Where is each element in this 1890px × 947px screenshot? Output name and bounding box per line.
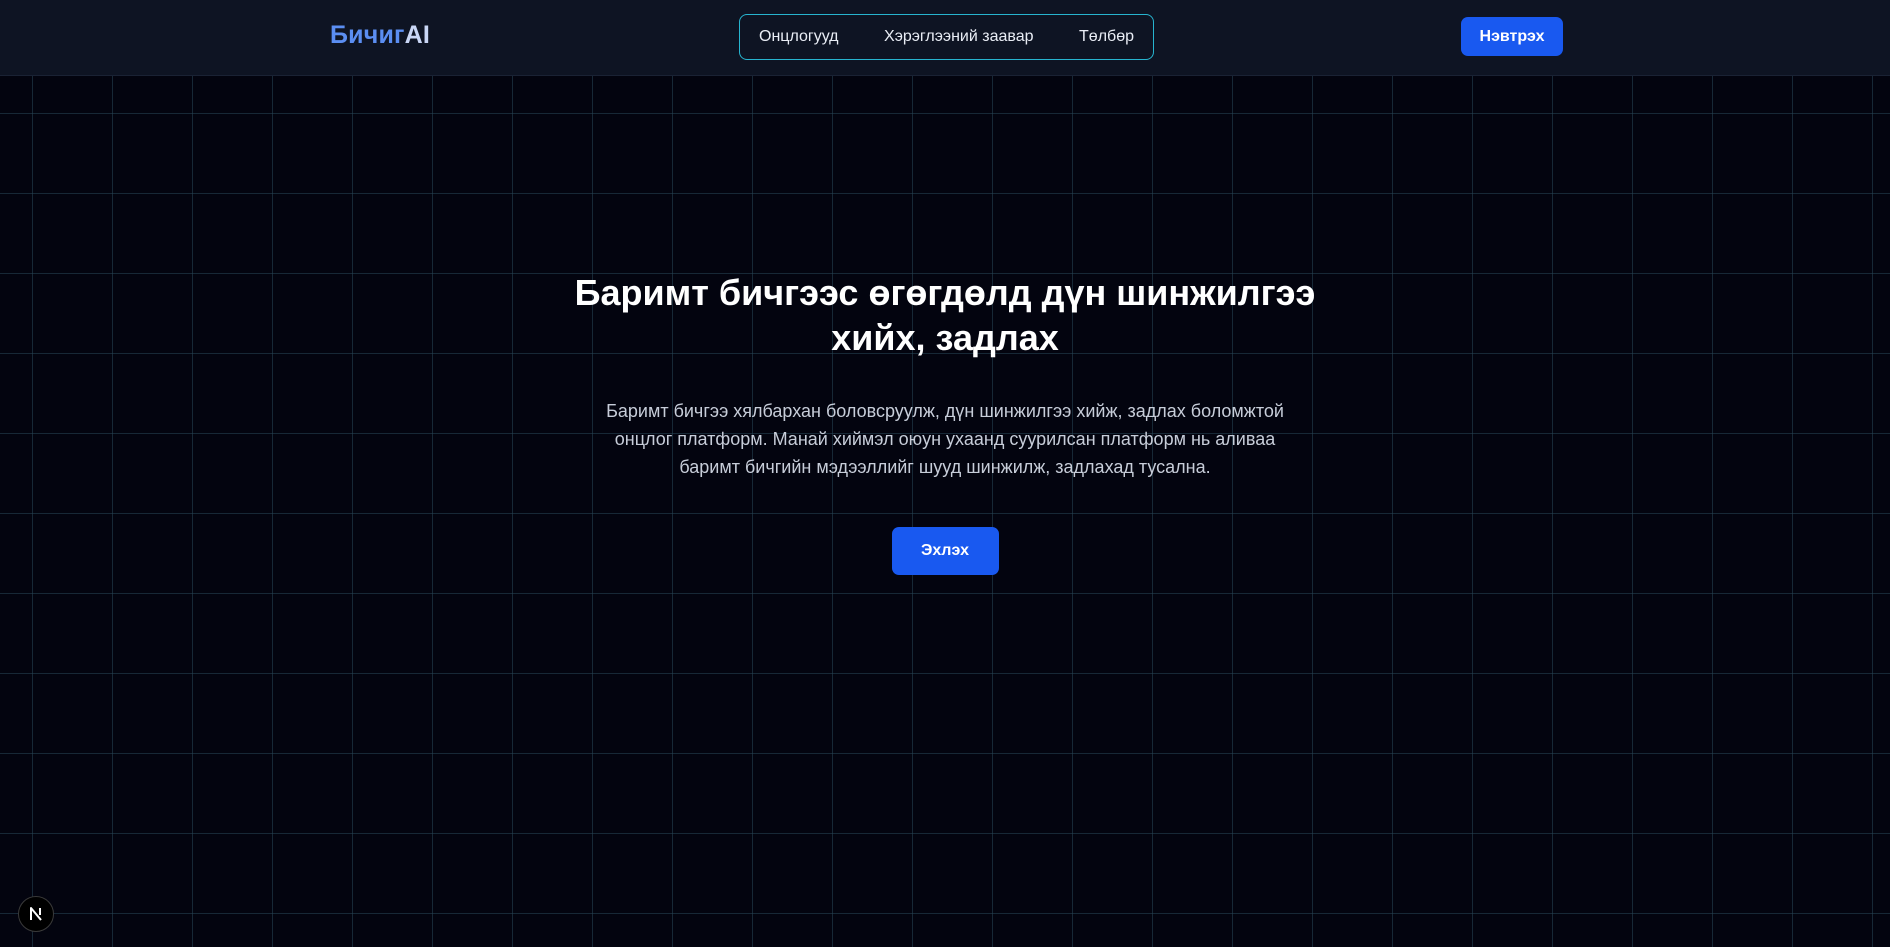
nextjs-n-icon (30, 907, 42, 921)
logo-text-accent: AI (404, 21, 431, 49)
nextjs-dev-indicator[interactable] (18, 896, 54, 932)
hero-description-line-1: Баримт бичгээ хялбархан боловсруулж, дүн… (606, 401, 1284, 421)
main-nav: Онцлогууд Хэрэглээний заавар Төлбөр (739, 14, 1154, 60)
hero-description: Баримт бичгээ хялбархан боловсруулж, дүн… (600, 397, 1290, 481)
hero-title-line-1: Баримт бичгээс өгөгдөлд дүн шинжилгээ (574, 272, 1316, 313)
login-button[interactable]: Нэвтрэх (1461, 17, 1563, 56)
hero-description-line-3: баримт бичгийн мэдээллийг шууд шинжилж, … (679, 457, 1211, 477)
nav-link-pricing[interactable]: Төлбөр (1079, 28, 1134, 46)
logo-text-main: Бичиг (330, 21, 405, 49)
hero-title: Баримт бичгээс өгөгдөлд дүн шинжилгээ хи… (565, 270, 1325, 360)
nav-link-features[interactable]: Онцлогууд (759, 28, 839, 46)
hero-description-line-2: онцлог платформ. Манай хиймэл оюун ухаан… (614, 429, 1276, 449)
hero-title-line-2: хийх, задлах (831, 317, 1059, 358)
get-started-button[interactable]: Эхлэх (891, 527, 999, 575)
top-navbar: БичигAI Онцлогууд Хэрэглээний заавар Төл… (0, 0, 1890, 76)
hero-section: Баримт бичгээс өгөгдөлд дүн шинжилгээ хи… (0, 270, 1890, 575)
nav-link-user-guide[interactable]: Хэрэглээний заавар (884, 28, 1033, 46)
brand-logo[interactable]: БичигAI (330, 21, 430, 50)
landing-page: БичигAI Онцлогууд Хэрэглээний заавар Төл… (0, 0, 1890, 947)
